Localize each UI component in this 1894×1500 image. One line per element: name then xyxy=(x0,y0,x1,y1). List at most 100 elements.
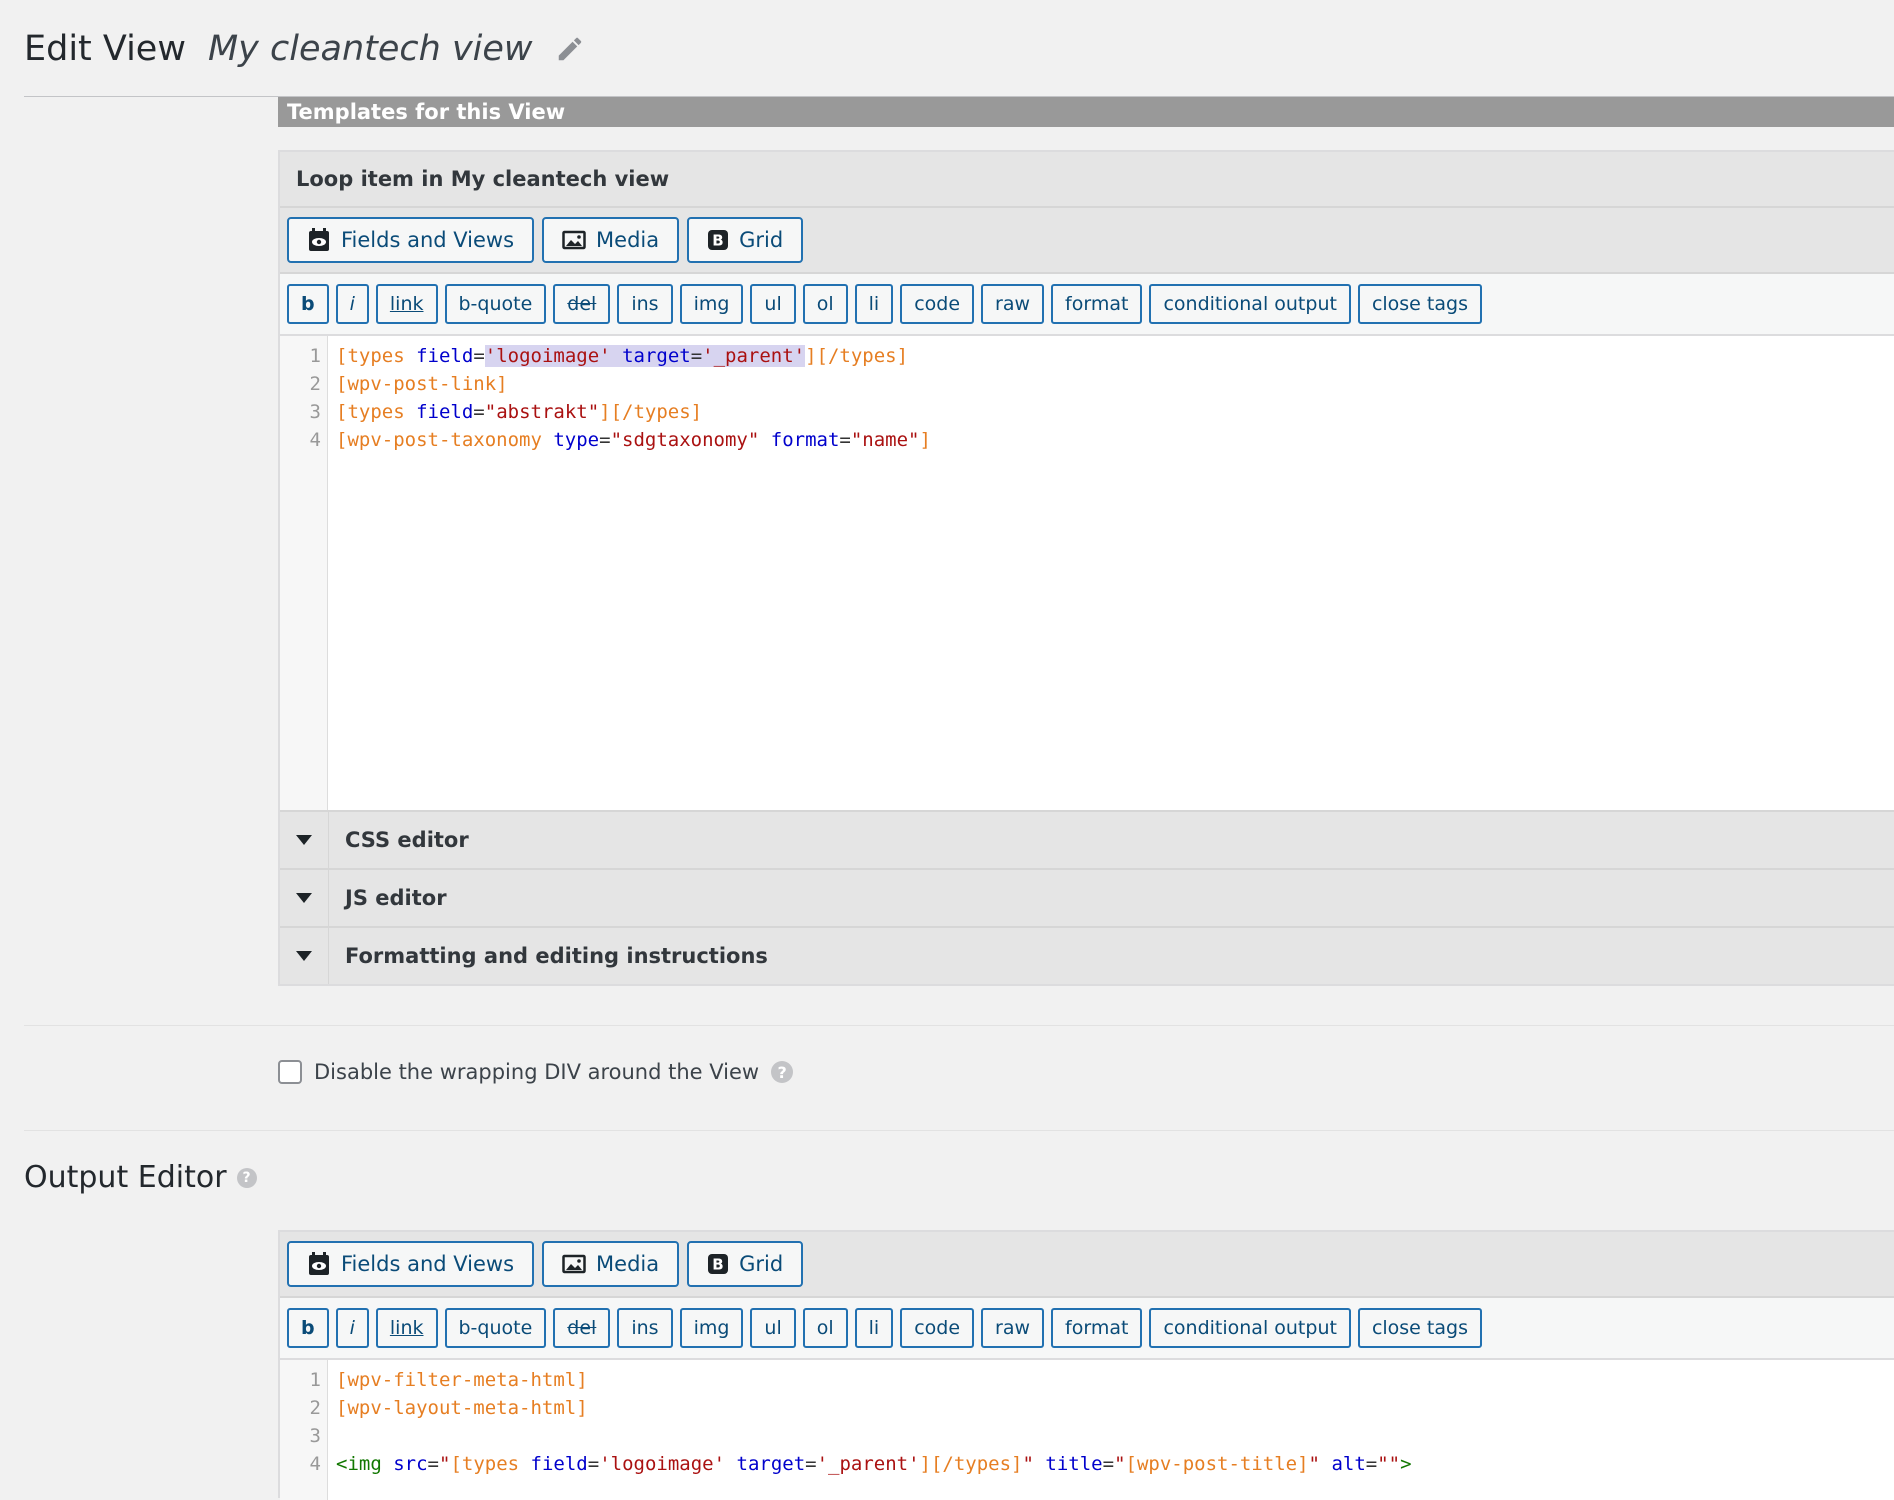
loop-quicktag-img[interactable]: img xyxy=(679,284,744,324)
line-number: 1 xyxy=(309,1369,321,1391)
loop-quicktag-conditional-output[interactable]: conditional output xyxy=(1149,284,1351,324)
code-line: [types field='logoimage' target='_parent… xyxy=(336,342,1894,370)
fields-and-views-button[interactable]: Fields and Views xyxy=(287,217,535,263)
section-separator xyxy=(24,1130,1894,1131)
wrap-div-label: Disable the wrapping DIV around the View xyxy=(314,1060,760,1084)
line-number: 1 xyxy=(309,345,321,367)
loop-quicktag-raw[interactable]: raw xyxy=(981,284,1045,324)
triangle-down-icon[interactable] xyxy=(280,928,329,984)
loop-quicktag-ul[interactable]: ul xyxy=(750,284,796,324)
media-label: Media xyxy=(596,1252,660,1276)
code-token: ][/types] xyxy=(805,345,909,367)
disable-wrapping-div-checkbox[interactable] xyxy=(278,1060,302,1084)
js-editor-toggle[interactable]: JS editor xyxy=(280,868,1894,926)
loop-quicktag-format[interactable]: format xyxy=(1051,284,1143,324)
loop-quicktag-del[interactable]: del xyxy=(553,284,611,324)
media-label: Media xyxy=(596,228,660,252)
code-token: target xyxy=(622,345,691,367)
output-quicktag-b[interactable]: b xyxy=(287,1308,329,1348)
output-quicktag-ul[interactable]: ul xyxy=(750,1308,796,1348)
loop-quicktag-link[interactable]: link xyxy=(375,284,438,324)
view-name[interactable]: My cleantech view xyxy=(208,29,533,69)
output-quicktag-del[interactable]: del xyxy=(553,1308,611,1348)
code-token: "sdgtaxonomy" xyxy=(610,429,760,451)
svg-text:B: B xyxy=(712,232,723,250)
loop-quicktag-ins[interactable]: ins xyxy=(617,284,673,324)
code-line: [wpv-post-taxonomy type="sdgtaxonomy" fo… xyxy=(336,426,1894,454)
code-token: = xyxy=(587,1453,600,1475)
code-token: " xyxy=(1114,1453,1126,1475)
output-editor-title-row: Output Editor ? xyxy=(24,1160,257,1195)
question-circle-icon[interactable]: ? xyxy=(771,1061,794,1083)
code-token: src xyxy=(393,1453,428,1475)
code-token: " xyxy=(1308,1453,1320,1475)
page-title: Edit View xyxy=(24,29,186,69)
output-editor-code[interactable]: [wpv-filter-meta-html] [wpv-layout-meta-h… xyxy=(328,1360,1894,1500)
code-token: types xyxy=(347,345,405,367)
loop-quicktag-i[interactable]: i xyxy=(335,284,369,324)
code-line: ​ xyxy=(336,1422,1894,1450)
instructions-label: Formatting and editing instructions xyxy=(345,944,768,968)
code-token: field xyxy=(416,345,474,367)
instructions-toggle[interactable]: Formatting and editing instructions xyxy=(280,926,1894,984)
code-token: [types xyxy=(450,1453,520,1475)
output-quicktag-format[interactable]: format xyxy=(1051,1308,1143,1348)
output-quicktag-ins[interactable]: ins xyxy=(617,1308,673,1348)
triangle-down-icon[interactable] xyxy=(280,870,329,926)
loop-quicktag-code[interactable]: code xyxy=(900,284,975,324)
code-token: [wpv-layout-meta-html] xyxy=(336,1397,588,1419)
output-quicktag-conditional-output[interactable]: conditional output xyxy=(1149,1308,1351,1348)
code-token: <img xyxy=(336,1453,382,1475)
loop-editor-code[interactable]: [types field='logoimage' target='_parent… xyxy=(328,336,1894,810)
code-token: '_parent' xyxy=(816,1453,920,1475)
output-quicktag-ol[interactable]: ol xyxy=(802,1308,848,1348)
fields-and-views-button[interactable]: Fields and Views xyxy=(287,1241,535,1287)
output-quicktag-img[interactable]: img xyxy=(679,1308,744,1348)
grid-button[interactable]: B Grid xyxy=(687,1241,804,1287)
code-token: = xyxy=(473,401,485,423)
code-token: " xyxy=(1022,1453,1034,1475)
code-token: = xyxy=(690,345,703,367)
camera-eye-icon xyxy=(307,227,331,253)
code-token: [wpv-filter-meta-html] xyxy=(336,1369,588,1391)
media-button[interactable]: Media xyxy=(542,217,680,263)
loop-quicktag-ol[interactable]: ol xyxy=(802,284,848,324)
code-token: " xyxy=(439,1453,451,1475)
css-editor-toggle[interactable]: CSS editor xyxy=(280,810,1894,868)
loop-quicktag-close-tags[interactable]: close tags xyxy=(1357,284,1482,324)
code-token: type xyxy=(553,429,600,451)
line-number: 4 xyxy=(309,429,321,451)
code-token: field xyxy=(530,1453,588,1475)
output-quicktag-i[interactable]: i xyxy=(335,1308,369,1348)
loop-code-editor[interactable]: 1234 [types field='logoimage' target='_p… xyxy=(280,336,1894,810)
image-icon xyxy=(562,1254,586,1274)
output-quicktag-link[interactable]: link xyxy=(375,1308,438,1348)
output-code-editor[interactable]: 1 2 3 4 [wpv-filter-meta-html] [wpv-layout-m… xyxy=(280,1360,1894,1500)
templates-section-header: Templates for this View xyxy=(278,97,1894,127)
loop-quicktag-b[interactable]: b xyxy=(287,284,329,324)
code-token: ] xyxy=(919,429,931,451)
output-quicktag-raw[interactable]: raw xyxy=(981,1308,1045,1348)
question-circle-icon[interactable]: ? xyxy=(236,1167,257,1188)
output-editor-title: Output Editor xyxy=(24,1160,227,1195)
media-button[interactable]: Media xyxy=(542,1241,680,1287)
output-quicktag-b-quote[interactable]: b-quote xyxy=(444,1308,547,1348)
output-quicktag-code[interactable]: code xyxy=(900,1308,975,1348)
output-quicktag-close-tags[interactable]: close tags xyxy=(1357,1308,1482,1348)
output-quicktag-li[interactable]: li xyxy=(854,1308,894,1348)
output-toolbar-big: Fields and Views Media B Grid xyxy=(280,1232,1894,1298)
grid-button[interactable]: B Grid xyxy=(687,217,804,263)
loop-quicktag-li[interactable]: li xyxy=(854,284,894,324)
line-number: 3 xyxy=(309,401,321,423)
loop-quicktag-b-quote[interactable]: b-quote xyxy=(444,284,547,324)
output-editor-panel: Fields and Views Media B Grid b i link b-qu… xyxy=(278,1230,1894,1500)
code-token: > xyxy=(1400,1453,1412,1475)
triangle-down-icon[interactable] xyxy=(280,812,329,868)
code-token: = xyxy=(427,1453,439,1475)
pencil-icon[interactable] xyxy=(555,34,585,64)
grid-label: Grid xyxy=(739,1252,784,1276)
